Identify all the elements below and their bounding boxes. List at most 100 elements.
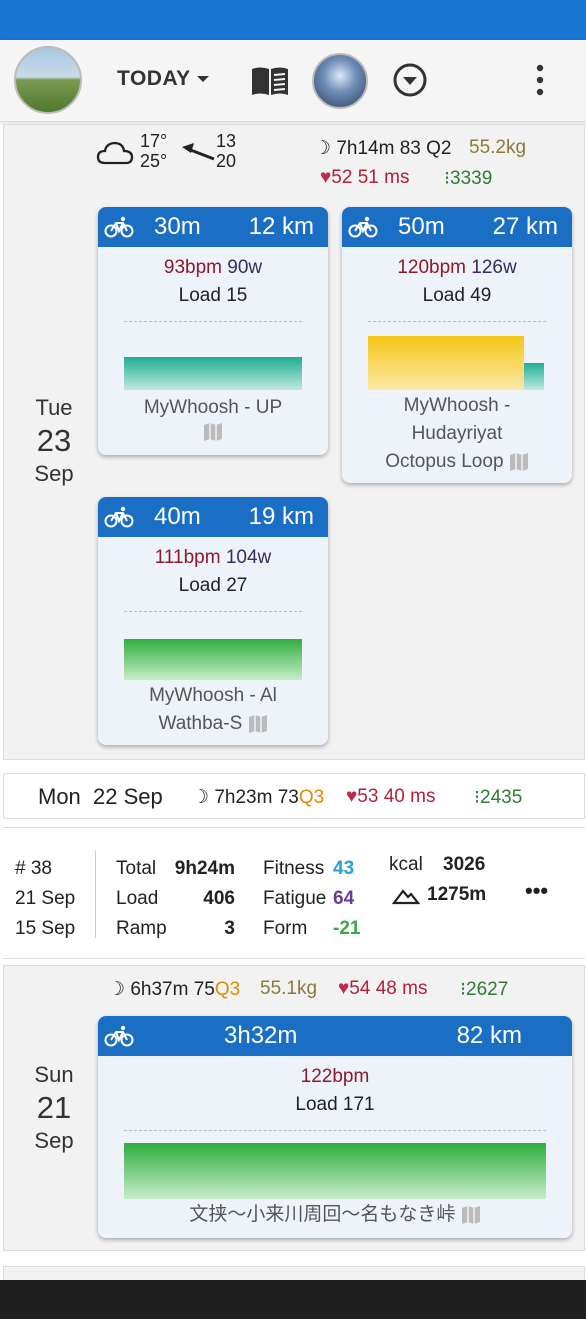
ramp-label: Ramp [116,918,167,939]
resting-hr: 52 [331,167,353,188]
activity-bpm: 93bpm [163,257,222,278]
day-number: 23 [36,423,72,458]
fitness-value: 43 [333,858,355,879]
activity-name: MyWhoosh - UP [143,397,283,418]
form-label: Form [263,918,308,939]
profile-avatar[interactable] [312,53,368,109]
heart-stat: ♥52 51 ms [320,167,409,189]
kcal-label: kcal [389,854,423,875]
more-vert-icon[interactable] [536,64,544,96]
sleep-quality: Q3 [214,979,241,1000]
moon-icon: ☽ [192,787,210,808]
activity-distance: 82 km [456,1022,522,1049]
weight: 55.2kg [469,137,527,158]
sleep-duration: 6h37m [130,979,189,1000]
status-bar [0,0,586,40]
activity-distance: 12 km [248,213,314,240]
map-icon[interactable] [248,714,268,734]
activity-hr-power: 93bpm 90w [98,257,328,279]
week-start: 15 Sep [15,918,76,939]
activity-load: Load 171 [295,1094,375,1115]
sleep-score: 73 [277,787,299,808]
bike-icon [104,1025,134,1047]
heart-icon: ♥ [320,167,332,188]
activity-watts: 104w [225,547,272,568]
day-number: 21 [36,1090,72,1125]
fitness-label: Fitness [263,858,325,879]
mon-date: Mon 22 Sep [38,784,163,810]
activity-distance: 27 km [492,213,558,240]
moon-icon: ☽ [314,138,332,159]
load-label: Load [116,888,159,909]
activity-hr: 122bpm [98,1066,572,1088]
caret-down-icon [196,76,209,83]
map-icon[interactable] [461,1205,481,1225]
activity-card[interactable]: 40m 19 km 111bpm 104w Load 27 MyWhoosh -… [98,497,328,745]
book-icon[interactable] [250,65,290,97]
mountain-icon [392,889,420,905]
map-icon[interactable] [203,422,223,442]
today-dropdown-button[interactable]: TODAY [117,67,209,91]
activity-name: 文挟〜小来川周回〜名もなき峠 [98,1201,572,1229]
day-row-mon[interactable]: Mon 22 Sep ☽ 7h23m 73Q3 ♥53 40 ms ⁝2435 [3,773,585,819]
sleep-quality: Q3 [298,787,325,808]
fitness-labels: Fitness Fatigue Form [263,854,326,944]
steps-stat: ⁝3339 [444,167,492,190]
hrv: 48 ms [375,978,428,999]
activity-card[interactable]: 50m 27 km 120bpm 126w Load 49 MyWhoosh -… [342,207,572,483]
activity-chart [124,1143,546,1199]
activity-name-line: MyWhoosh - [403,395,511,416]
activity-name-line: MyWhoosh - Al [149,685,277,706]
heart-icon: ♥ [338,978,350,999]
chevron-circle-down-icon[interactable] [392,62,428,98]
day-panel-tue: 17° 25° 13 20 ☽ 7h14m 83 Q2 55.2kg ♥52 5… [3,124,585,760]
day-of-week: Sun [34,1062,74,1087]
map-icon[interactable] [509,452,529,472]
wind-arrow-icon [182,143,215,161]
activity-distance: 19 km [248,503,314,530]
sleep-duration: 7h14m [336,138,395,159]
sleep-score: 75 [193,979,215,1000]
elevation-value: 1275m [427,884,487,905]
sleep-duration: 7h23m [214,787,273,808]
sleep-stat: ☽ 7h23m 73Q3 [192,786,324,809]
wind-speed: 13 [216,131,237,151]
bike-icon [348,216,378,238]
steps: 2627 [466,979,509,1000]
month: Sep [34,1128,74,1153]
navigation-bar [0,1280,586,1319]
steps-stat: ⁝2627 [460,978,508,1001]
activity-watts: 90w [227,257,263,278]
sleep-stat: ☽ 6h37m 75Q3 [108,978,240,1001]
activity-card[interactable]: 3h32m 82 km 122bpm Load 171 文挟〜小来川周回〜名もな… [98,1016,572,1238]
resting-hr: 54 [349,978,371,999]
week-number: # 38 [15,858,52,879]
heart-icon: ♥ [346,786,358,807]
activity-name-line: Wathba-S [98,710,328,738]
activity-hr-power: 111bpm 104w [98,547,328,569]
activity-card[interactable]: 30m 12 km 93bpm 90w Load 15 MyWhoosh - U… [98,207,328,455]
divider [124,611,302,612]
athlete-avatar[interactable] [14,46,82,114]
temperature: 17° 25° [140,131,167,171]
bike-icon [104,216,134,238]
activity-bpm: 120bpm [397,257,466,278]
sleep-stat: ☽ 7h14m 83 Q2 [314,137,452,160]
week-dates: # 38 21 Sep 15 Sep [15,854,75,944]
temp-high: 17° [140,131,168,151]
activity-name-line: Octopus Loop [342,448,572,476]
date: 22 Sep [93,784,163,809]
wind-gust: 20 [216,151,237,171]
day-of-week: Mon [38,784,81,809]
load-value: 406 [203,888,235,909]
hrv: 51 ms [357,167,410,188]
week-summary[interactable]: # 38 21 Sep 15 Sep Total Load Ramp 9h24m… [3,827,585,959]
day-label-sun: Sun 21 Sep [22,1062,86,1154]
more-horiz-icon[interactable]: ••• [525,878,548,904]
day-label-tue: Tue 23 Sep [22,395,86,487]
fatigue-label: Fatigue [263,888,327,909]
activity-card-header: 30m 12 km [98,207,328,247]
activity-load: Load 49 [422,285,492,306]
sleep-score: 83 [399,138,421,159]
wind: 13 20 [216,131,236,171]
